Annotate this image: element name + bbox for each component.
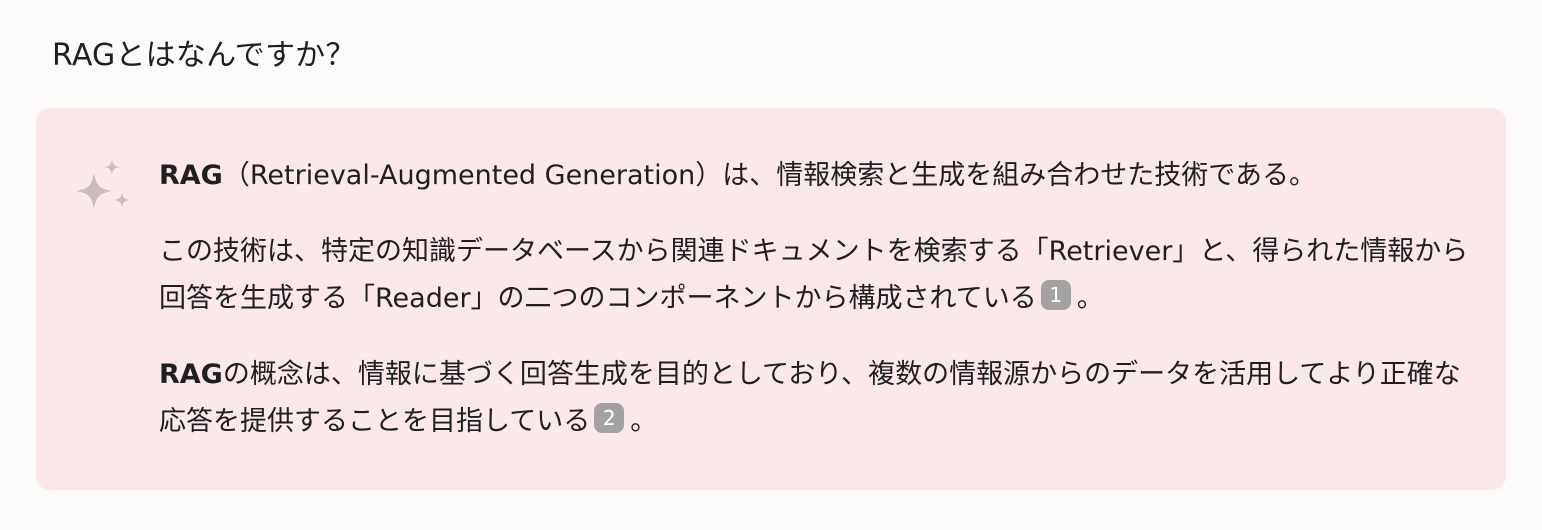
paragraph-text: （Retrieval-Augmented Generation）は、情報検索と生… [222,160,1317,191]
answer-paragraph-1: RAG（Retrieval-Augmented Generation）は、情報検… [159,152,1469,199]
paragraph-end: 。 [630,406,658,437]
term-rag: RAG [159,160,223,191]
paragraph-end: 。 [1076,283,1104,314]
citation-badge-1[interactable]: 1 [1040,280,1071,310]
paragraph-text: この技術は、特定の知識データベースから関連ドキュメントを検索する「Retriev… [159,236,1469,314]
answer-paragraph-2: この技術は、特定の知識データベースから関連ドキュメントを検索する「Retriev… [159,228,1469,322]
citation-badge-2[interactable]: 2 [594,403,625,433]
term-rag: RAG [159,359,223,390]
chat-page: RAGとはなんですか？ RAG（Retrieval-Augmented Gene… [0,0,1542,530]
answer-body: RAG（Retrieval-Augmented Generation）は、情報検… [159,152,1469,445]
sparkle-icon [76,159,130,209]
paragraph-text: の概念は、情報に基づく回答生成を目的としており、複数の情報源からのデータを活用し… [159,359,1461,437]
answer-paragraph-3: RAGの概念は、情報に基づく回答生成を目的としており、複数の情報源からのデータを… [159,351,1469,445]
user-question: RAGとはなんですか？ [52,38,356,73]
